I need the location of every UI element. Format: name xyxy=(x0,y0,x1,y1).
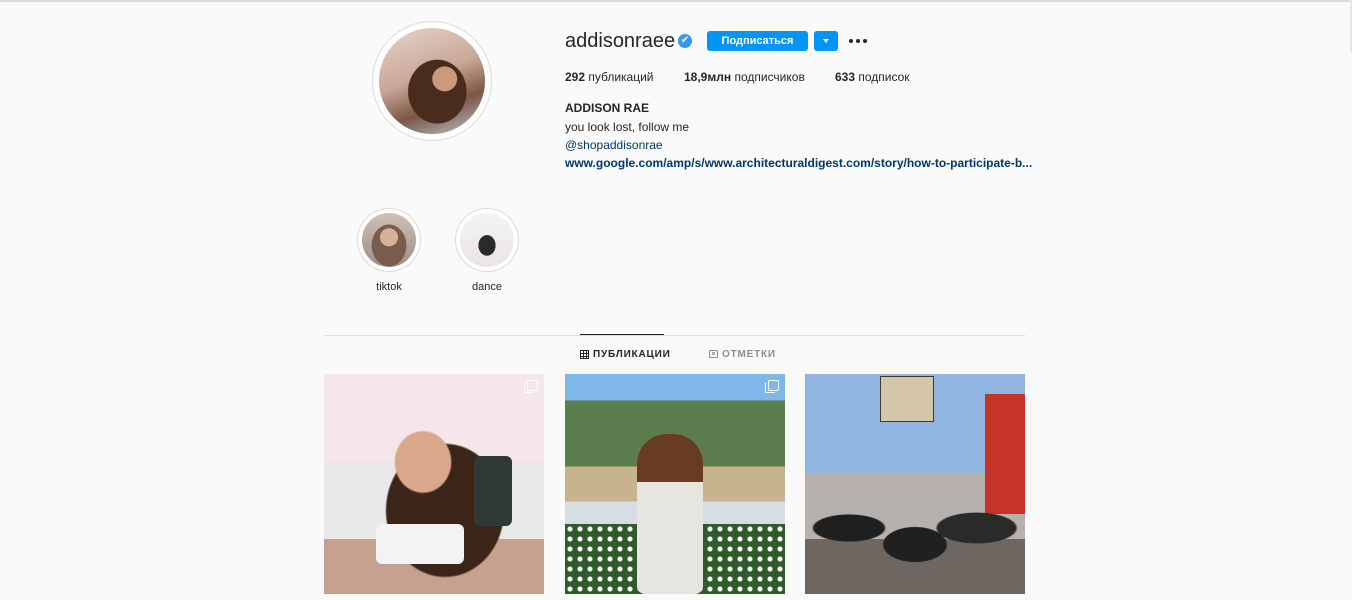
highlight-label: tiktok xyxy=(376,281,402,293)
following-stat[interactable]: 633 подписок xyxy=(835,70,910,84)
tabs-divider xyxy=(324,335,1025,336)
highlight-tiktok[interactable]: tiktok xyxy=(357,208,421,293)
post-thumbnail[interactable] xyxy=(805,374,1025,594)
multi-photo-icon xyxy=(524,380,538,393)
posts-count: 292 xyxy=(565,70,586,84)
profile-avatar[interactable] xyxy=(379,28,485,134)
grid-icon xyxy=(580,349,589,359)
profile-avatar-ring[interactable] xyxy=(372,21,492,141)
post-image-detail xyxy=(474,456,512,526)
followers-label: подписчиков xyxy=(734,70,805,84)
profile-bio: you look lost, follow me xyxy=(565,120,690,134)
tab-tagged-label: ОТМЕТКИ xyxy=(722,349,776,360)
profile-full-name: ADDISON RAE xyxy=(565,101,650,115)
tab-posts-label: ПУБЛИКАЦИИ xyxy=(593,349,671,360)
profile-username: addisonraee xyxy=(565,30,676,52)
tagged-icon xyxy=(709,350,718,359)
followers-stat[interactable]: 18,9млн подписчиков xyxy=(684,70,805,84)
highlight-ring xyxy=(455,208,519,272)
highlight-ring xyxy=(357,208,421,272)
multi-photo-icon xyxy=(765,380,779,393)
top-border xyxy=(0,0,1352,2)
website-link[interactable]: www.google.com/amp/s/www.architecturaldi… xyxy=(565,156,1032,170)
highlight-dance[interactable]: dance xyxy=(455,208,519,293)
highlight-label: dance xyxy=(472,281,502,293)
active-tab-indicator xyxy=(580,334,664,335)
highlight-cover xyxy=(460,213,514,267)
following-count: 633 xyxy=(835,70,856,84)
followers-count: 18,9млн xyxy=(684,70,732,84)
more-options-icon[interactable] xyxy=(848,30,868,50)
tab-posts[interactable]: ПУБЛИКАЦИИ xyxy=(580,349,671,360)
verified-badge-icon: ✔ xyxy=(678,34,692,48)
post-thumbnail[interactable] xyxy=(324,374,544,594)
post-image-detail xyxy=(637,434,703,594)
following-label: подписок xyxy=(858,70,910,84)
highlight-cover xyxy=(362,213,416,267)
bio-handle-link[interactable]: @shopaddisonrae xyxy=(565,138,663,152)
tab-tagged[interactable]: ОТМЕТКИ xyxy=(709,349,776,360)
post-image-detail xyxy=(880,376,934,422)
posts-stat: 292 публикаций xyxy=(565,70,654,84)
post-thumbnail[interactable] xyxy=(565,374,785,594)
suggested-accounts-dropdown-button[interactable] xyxy=(814,31,838,51)
post-image-detail xyxy=(376,524,464,564)
follow-button[interactable]: Подписаться xyxy=(707,31,808,51)
posts-label: публикаций xyxy=(588,70,654,84)
post-image-detail xyxy=(805,484,1025,594)
